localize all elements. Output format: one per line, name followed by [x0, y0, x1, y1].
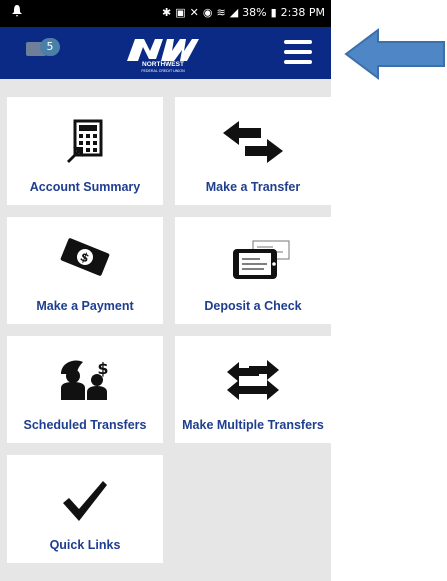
svg-text:NORTHWEST: NORTHWEST — [142, 61, 184, 68]
tile-label: Deposit a Check — [204, 299, 302, 313]
clock: 2:38 PM — [280, 6, 325, 19]
tile-label: Account Summary — [29, 180, 141, 194]
transfer-arrows-icon — [175, 121, 331, 163]
mail-count-badge[interactable]: 5 — [40, 38, 60, 56]
hamburger-menu-icon[interactable] — [284, 40, 312, 64]
tile-label: Make a Payment — [36, 299, 134, 313]
notification-icon — [12, 5, 22, 20]
quick-links-tile[interactable]: Quick Links — [7, 455, 163, 563]
checkmark-icon — [7, 479, 163, 523]
battery-icon: ▮ — [270, 6, 277, 19]
calculator-icon — [7, 119, 163, 163]
alarm-icon: ◉ — [202, 6, 213, 19]
people-icon: $ — [7, 356, 163, 402]
svg-text:$: $ — [97, 359, 108, 378]
money-icon: $ — [7, 237, 163, 277]
bluetooth-icon: ✱ — [162, 6, 172, 19]
app-header: 5 NORTHWEST FEDERAL CREDIT UNION — [0, 27, 331, 79]
phone-screen: ✱ ▣ ✕ ◉ ≋ ◢ 38% ▮ 2:38 PM 5 NORTHWEST FE… — [0, 0, 331, 581]
northwest-logo: NORTHWEST FEDERAL CREDIT UNION — [127, 39, 199, 73]
mute-icon: ✕ — [189, 6, 199, 19]
tile-label: Make a Transfer — [205, 180, 301, 194]
scheduled-transfers-tile[interactable]: $ Scheduled Transfers — [7, 336, 163, 443]
make-payment-tile[interactable]: $ Make a Payment — [7, 217, 163, 324]
deposit-check-tile[interactable]: Deposit a Check — [175, 217, 331, 324]
tile-grid: Account Summary Make a Transfer $ Make a… — [7, 97, 331, 581]
tile-label: Scheduled Transfers — [23, 418, 147, 432]
nfc-icon: ▣ — [175, 6, 186, 19]
multiple-transfers-tile[interactable]: Make Multiple Transfers — [175, 336, 331, 443]
tile-label: Make Multiple Transfers — [182, 418, 324, 432]
svg-text:FEDERAL CREDIT UNION: FEDERAL CREDIT UNION — [141, 69, 185, 73]
mobile-deposit-icon — [175, 237, 331, 285]
battery-text: 38% — [242, 6, 267, 19]
tile-label: Quick Links — [49, 538, 121, 552]
account-summary-tile[interactable]: Account Summary — [7, 97, 163, 205]
status-bar: ✱ ▣ ✕ ◉ ≋ ◢ 38% ▮ 2:38 PM — [0, 0, 331, 27]
make-transfer-tile[interactable]: Make a Transfer — [175, 97, 331, 205]
wifi-icon: ≋ — [216, 6, 226, 19]
signal-icon: ◢ — [229, 6, 239, 19]
multi-transfer-icon — [175, 356, 331, 404]
annotation-arrow-icon — [344, 28, 445, 80]
status-icons: ✱ ▣ ✕ ◉ ≋ ◢ 38% ▮ 2:38 PM — [162, 6, 325, 19]
